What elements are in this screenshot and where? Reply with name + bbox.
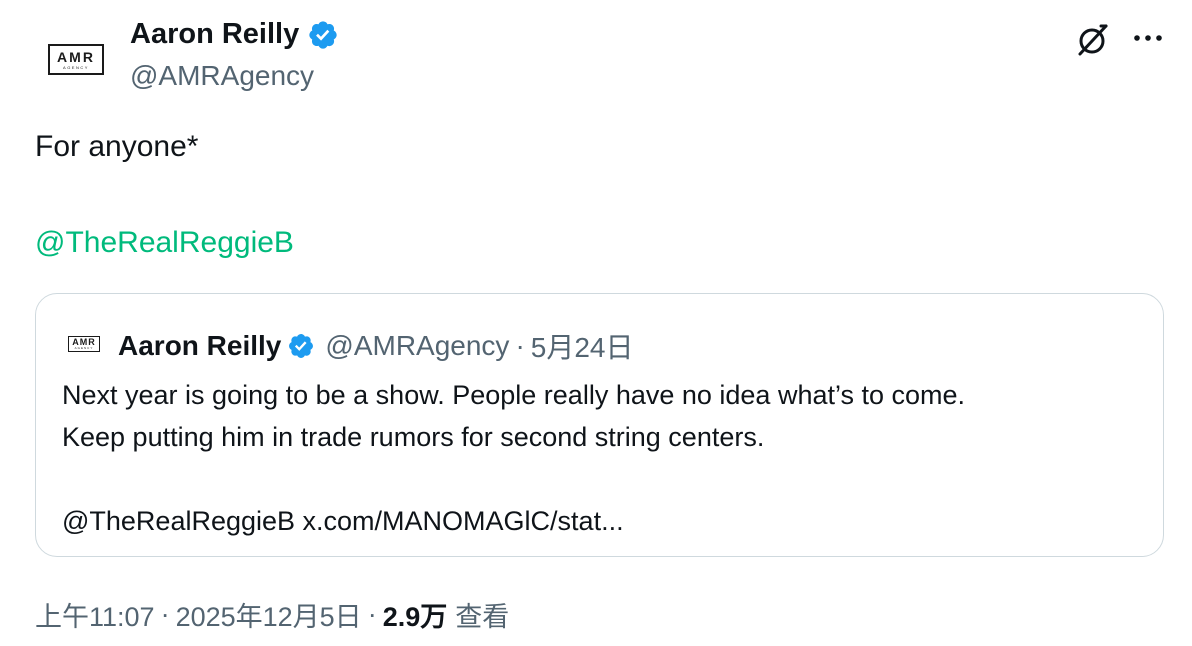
- quote-line-1: Next year is going to be a show. People …: [62, 380, 966, 410]
- footer-separator: ·: [160, 599, 170, 629]
- grok-icon[interactable]: [1073, 20, 1111, 58]
- quote-line-2: Keep putting him in trade rumors for sec…: [62, 422, 765, 452]
- quote-line-3: [62, 458, 965, 500]
- tweet-date[interactable]: 2025年12月5日: [176, 595, 362, 634]
- quote-author-avatar[interactable]: AMR AGENCY: [66, 332, 102, 356]
- views-label: 查看: [455, 602, 510, 632]
- quote-line-4: @TheRealReggieB x.com/MANOMAGlC/stat...: [62, 506, 624, 536]
- views-count[interactable]: 2.9万: [383, 595, 448, 634]
- verified-badge-icon: [289, 334, 314, 358]
- footer-separator: ·: [367, 599, 377, 629]
- amr-logo: AMR AGENCY: [48, 43, 104, 75]
- ellipsis-icon: [1134, 35, 1162, 41]
- quote-author-name[interactable]: Aaron Reilly: [118, 330, 281, 362]
- author-avatar[interactable]: AMR AGENCY: [36, 26, 116, 92]
- author-handle[interactable]: @AMRAgency: [130, 60, 314, 92]
- quote-separator: ·: [515, 330, 525, 361]
- quote-header: Aaron Reilly @AMRAgency · 5月24日: [118, 326, 633, 366]
- tweet-time[interactable]: 上午11:07: [35, 595, 155, 634]
- tweet-footer: 上午11:07 · 2025年12月5日 · 2.9万 查看: [35, 595, 509, 634]
- tweet-text: For anyone*: [35, 130, 199, 163]
- quote-logo-subtext: AGENCY: [74, 346, 94, 350]
- quote-author-handle[interactable]: @AMRAgency: [325, 330, 509, 362]
- logo-subtext: AGENCY: [63, 64, 89, 70]
- mention-link[interactable]: @TheRealReggieB: [35, 224, 294, 262]
- quote-amr-logo: AMR AGENCY: [68, 336, 100, 352]
- quote-date[interactable]: 5月24日: [531, 326, 634, 366]
- quoted-tweet-card[interactable]: AMR AGENCY Aaron Reilly @AMRAgency · 5月2…: [35, 293, 1164, 557]
- logo-text: AMR: [57, 48, 95, 65]
- quote-body: Next year is going to be a show. People …: [62, 374, 965, 542]
- tweet: AMR AGENCY Aaron Reilly @AMRAgency For a…: [0, 0, 1192, 646]
- author-name-text: Aaron Reilly: [130, 18, 300, 50]
- verified-badge-icon: [309, 20, 337, 49]
- author-name[interactable]: Aaron Reilly: [130, 18, 339, 51]
- more-icon[interactable]: [1128, 18, 1168, 58]
